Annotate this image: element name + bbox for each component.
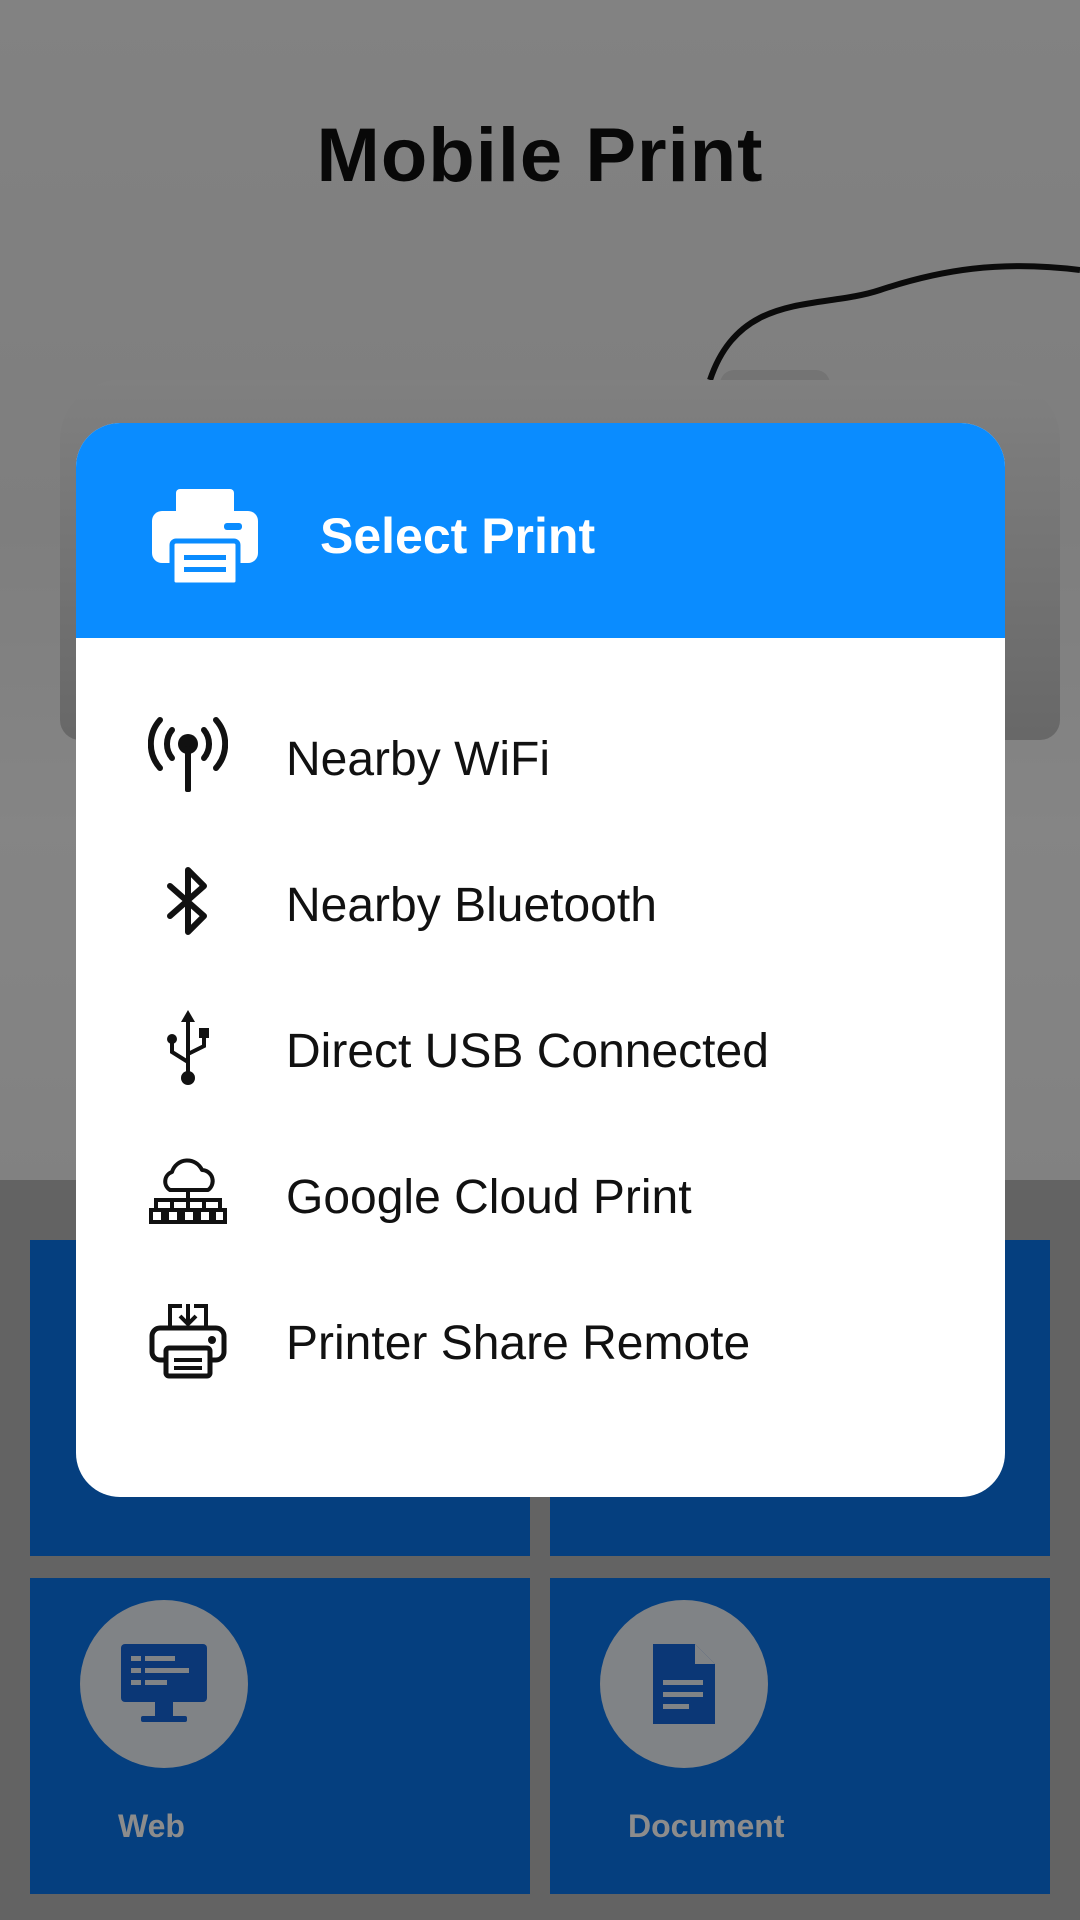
dialog-header: Select Print [76, 423, 1005, 638]
option-label: Nearby WiFi [286, 733, 551, 786]
option-printer-share-remote[interactable]: Printer Share Remote [76, 1280, 1005, 1400]
printer-icon [152, 489, 258, 587]
printer-share-icon [149, 1304, 227, 1379]
cloud-network-icon [149, 1158, 227, 1224]
option-google-cloud-print[interactable]: Google Cloud Print [76, 1134, 1005, 1254]
option-nearby-bluetooth[interactable]: Nearby Bluetooth [76, 842, 1005, 962]
bluetooth-icon [167, 867, 207, 935]
option-label: Nearby Bluetooth [286, 879, 657, 932]
option-label: Direct USB Connected [286, 1025, 769, 1078]
usb-icon [167, 1010, 209, 1085]
wifi-antenna-icon [148, 717, 228, 792]
select-print-dialog: Select Print Nearby WiFi Nearby Bluetoot… [76, 423, 1005, 1497]
app-screen: Mobile Print Web Document Select Print N… [0, 0, 1080, 1920]
dialog-title: Select Print [320, 508, 596, 564]
option-label: Printer Share Remote [286, 1317, 751, 1370]
option-label: Google Cloud Print [286, 1171, 692, 1224]
option-direct-usb[interactable]: Direct USB Connected [76, 988, 1005, 1108]
option-nearby-wifi[interactable]: Nearby WiFi [76, 696, 1005, 816]
